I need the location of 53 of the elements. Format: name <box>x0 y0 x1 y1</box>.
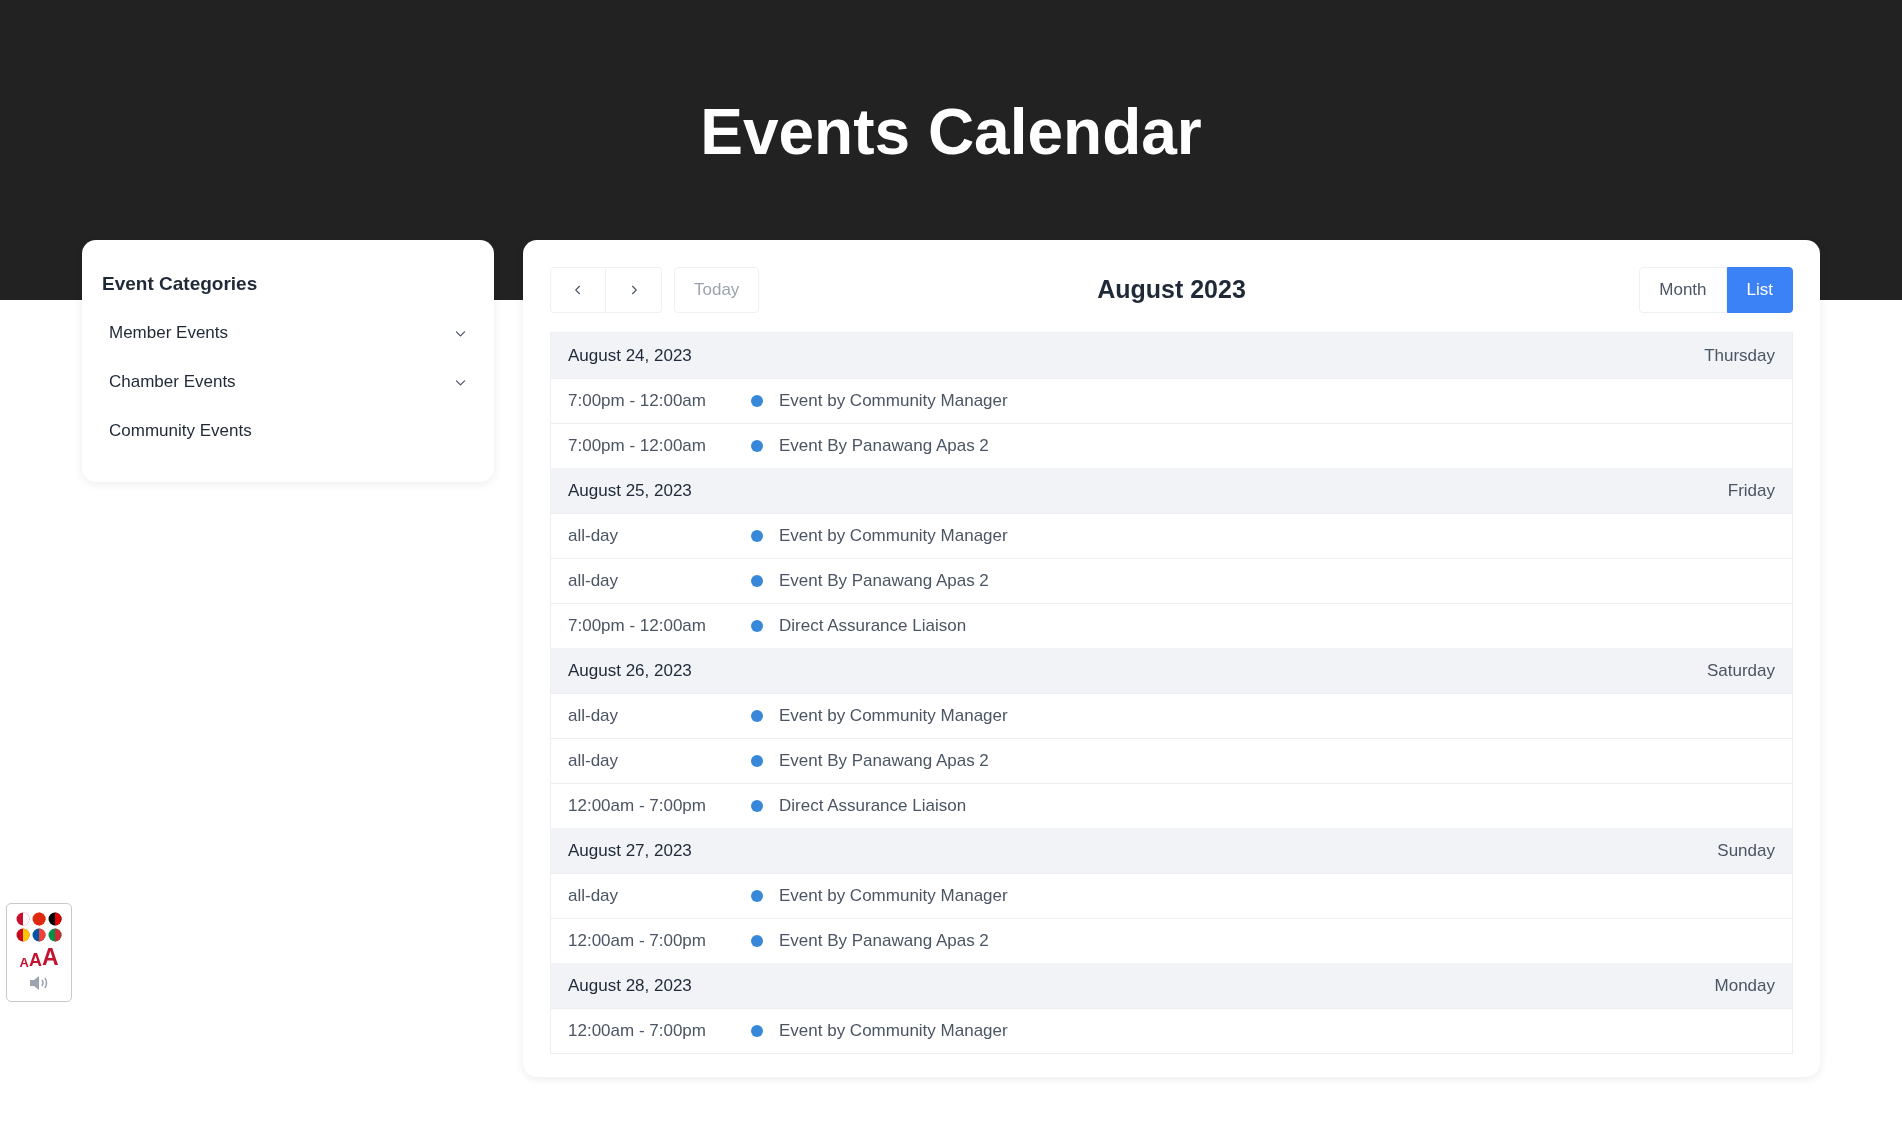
view-tab[interactable]: Month <box>1639 267 1727 313</box>
day-weekday: Thursday <box>1704 344 1775 367</box>
sidebar-title: Event Categories <box>102 272 259 296</box>
event-title: Direct Assurance Liaison <box>779 795 967 818</box>
accessibility-widget[interactable]: AAA <box>6 903 72 1002</box>
page-title: Events Calendar <box>700 100 1202 164</box>
speaker-icon <box>28 975 50 991</box>
flags-icon <box>15 912 63 942</box>
day-date: August 26, 2023 <box>568 659 692 682</box>
event-time: 12:00am - 7:00pm <box>568 930 707 953</box>
event-title: Event by Community Manager <box>779 705 1008 728</box>
event-title: Event By Panawang Apas 2 <box>779 570 989 593</box>
event-row[interactable]: all-day Event by Community Manager <box>551 693 1792 738</box>
event-title: Event by Community Manager <box>779 1020 1008 1043</box>
day-weekday: Sunday <box>1717 839 1775 862</box>
view-tab[interactable]: List <box>1726 267 1793 313</box>
event-time: 12:00am - 7:00pm <box>568 795 707 818</box>
day-weekday: Friday <box>1727 479 1775 502</box>
next-button[interactable] <box>606 267 662 313</box>
event-row[interactable]: all-day Event By Panawang Apas 2 <box>551 738 1792 783</box>
event-time: 12:00am - 7:00pm <box>568 1020 707 1043</box>
event-time: 7:00pm - 12:00am <box>568 390 707 413</box>
event-title: Event By Panawang Apas 2 <box>779 435 989 458</box>
event-title: Event by Community Manager <box>779 390 1008 413</box>
event-title: Event by Community Manager <box>779 885 1008 908</box>
calendar-title: August 2023 <box>1097 274 1246 306</box>
event-row[interactable]: all-day Event by Community Manager <box>551 873 1792 918</box>
event-time: all-day <box>568 885 620 908</box>
day-date: August 25, 2023 <box>568 479 692 502</box>
event-time: all-day <box>568 570 620 593</box>
previous-button[interactable] <box>550 267 606 313</box>
event-row[interactable]: 12:00am - 7:00pm Event by Community Manager <box>551 1008 1792 1053</box>
event-time: all-day <box>568 525 620 548</box>
category-item[interactable]: Chamber Events <box>102 357 474 407</box>
text-size-label: AAA <box>19 946 59 969</box>
event-row[interactable]: all-day Event by Community Manager <box>551 513 1792 558</box>
day-weekday: Saturday <box>1706 659 1775 682</box>
event-title: Event By Panawang Apas 2 <box>779 930 989 953</box>
day-date: August 24, 2023 <box>568 344 692 367</box>
event-row[interactable]: all-day Event By Panawang Apas 2 <box>551 558 1792 603</box>
day-weekday: Monday <box>1714 974 1775 997</box>
event-time: all-day <box>568 750 620 773</box>
event-title: Event By Panawang Apas 2 <box>779 750 989 773</box>
day-date: August 28, 2023 <box>568 974 692 997</box>
event-title: Direct Assurance Liaison <box>779 615 967 638</box>
category-item[interactable]: Member Events <box>102 308 474 358</box>
event-time: 7:00pm - 12:00am <box>568 615 707 638</box>
event-time: all-day <box>568 705 620 728</box>
day-date: August 27, 2023 <box>568 839 692 862</box>
category-item[interactable]: Community Events <box>102 406 474 456</box>
event-time: 7:00pm - 12:00am <box>568 435 707 458</box>
event-row[interactable]: 7:00pm - 12:00am Event by Community Manager <box>551 378 1792 423</box>
event-title: Event by Community Manager <box>779 525 1008 548</box>
